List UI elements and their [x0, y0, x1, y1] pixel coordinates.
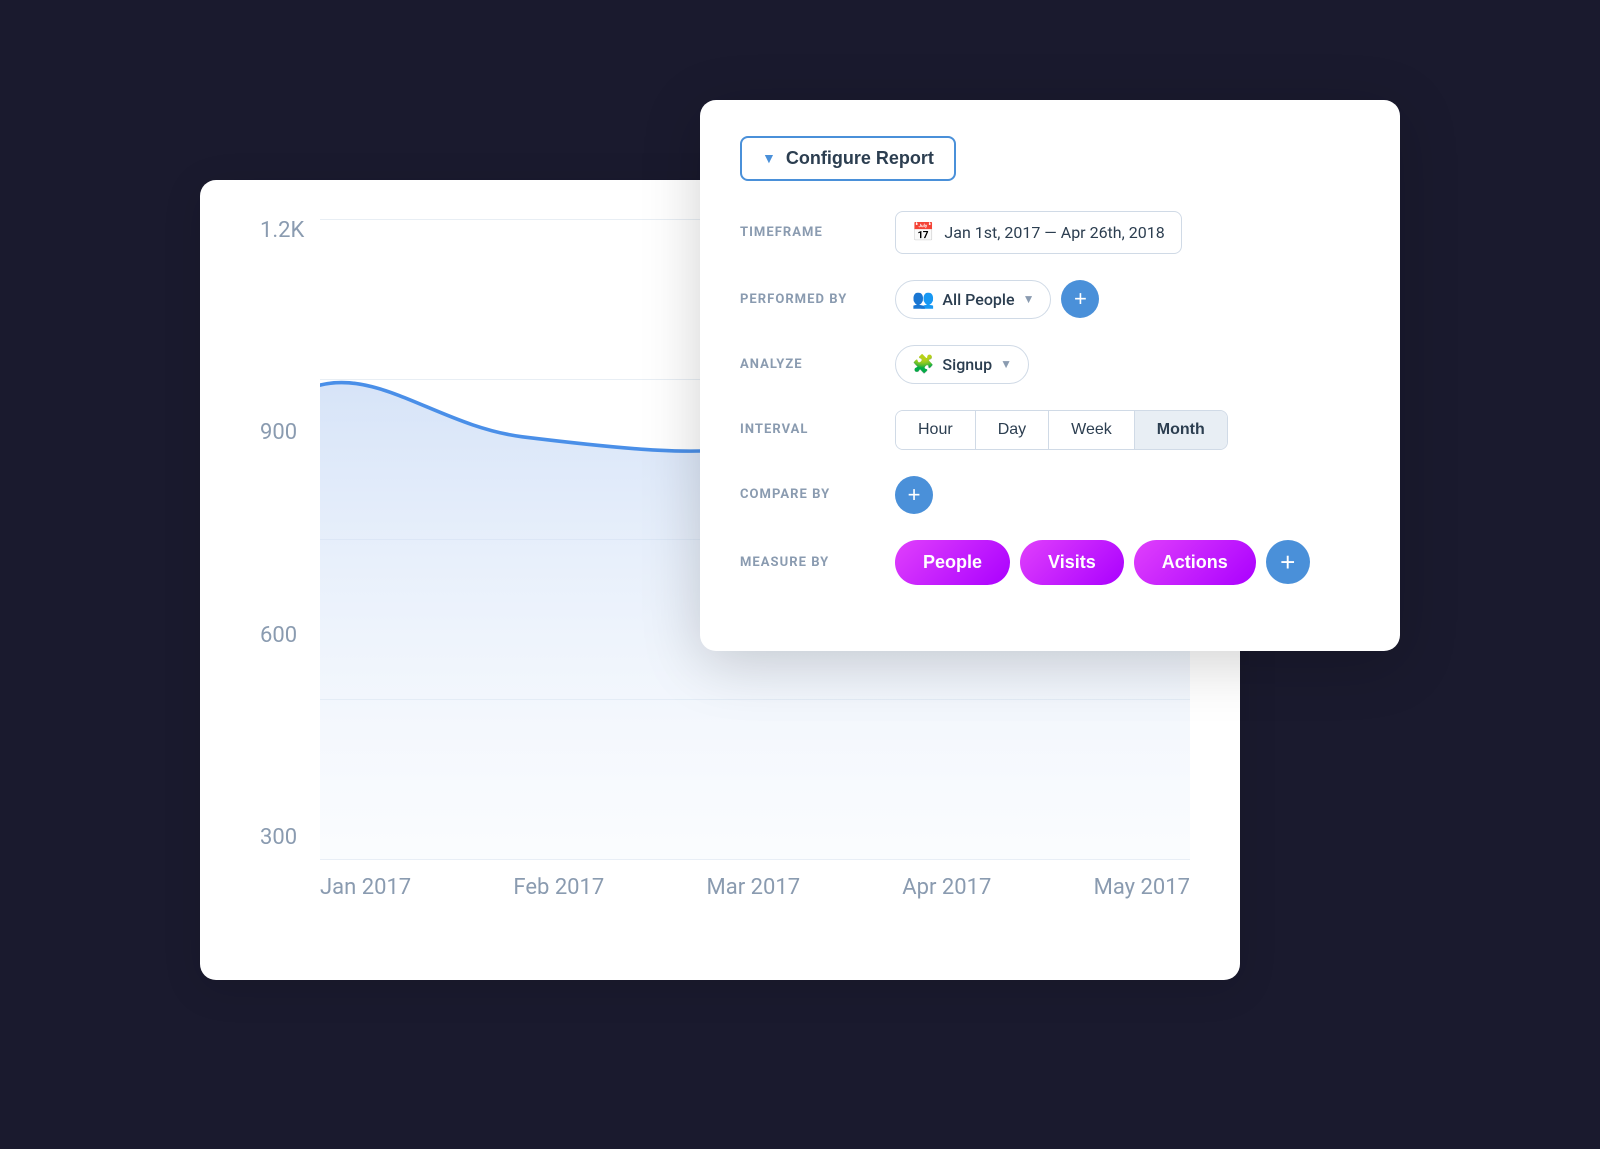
interval-month-button[interactable]: Month — [1135, 411, 1227, 449]
x-label-mar: Mar 2017 — [707, 875, 801, 900]
chevron-down-icon: ▼ — [1000, 357, 1012, 371]
measure-people-button[interactable]: People — [895, 540, 1010, 585]
y-label-1200: 1.2K — [260, 220, 304, 242]
x-label-may: May 2017 — [1094, 875, 1190, 900]
compare-by-label: COMPARE BY — [740, 487, 875, 502]
people-icon: 👥 — [912, 289, 934, 310]
measure-add-button[interactable]: + — [1266, 540, 1310, 584]
performed-by-label: PERFORMED BY — [740, 292, 875, 307]
analyze-dropdown[interactable]: 🧩 Signup ▼ — [895, 345, 1029, 384]
y-label-900: 900 — [260, 422, 304, 444]
interval-row: INTERVAL Hour Day Week Month — [740, 410, 1360, 450]
performed-by-add-button[interactable]: + — [1061, 280, 1099, 318]
measure-by-label: MEASURE BY — [740, 555, 875, 570]
chevron-down-icon: ▼ — [762, 150, 776, 166]
all-people-label: All People — [942, 290, 1014, 309]
measure-by-controls: People Visits Actions + — [895, 540, 1310, 585]
all-people-dropdown[interactable]: 👥 All People ▼ — [895, 280, 1051, 319]
interval-label: INTERVAL — [740, 422, 875, 437]
timeframe-label: TIMEFRAME — [740, 225, 875, 240]
chevron-down-icon: ▼ — [1023, 292, 1035, 306]
y-label-300: 300 — [260, 827, 304, 849]
config-header: ▼ Configure Report — [740, 136, 1360, 181]
measure-by-row: MEASURE BY People Visits Actions + — [740, 540, 1360, 585]
x-label-apr: Apr 2017 — [902, 875, 991, 900]
timeframe-controls: 📅 Jan 1st, 2017 — Apr 26th, 2018 — [895, 211, 1182, 254]
analyze-value: Signup — [942, 355, 992, 374]
y-axis: 300 600 900 1.2K — [260, 220, 304, 860]
interval-controls: Hour Day Week Month — [895, 410, 1228, 450]
signup-icon: 🧩 — [912, 354, 934, 375]
timeframe-input[interactable]: 📅 Jan 1st, 2017 — Apr 26th, 2018 — [895, 211, 1182, 254]
performed-by-controls: 👥 All People ▼ + — [895, 280, 1099, 319]
measure-actions-button[interactable]: Actions — [1134, 540, 1256, 585]
interval-week-button[interactable]: Week — [1049, 411, 1135, 449]
configure-report-button[interactable]: ▼ Configure Report — [740, 136, 956, 181]
analyze-row: ANALYZE 🧩 Signup ▼ — [740, 345, 1360, 384]
compare-by-add-button[interactable]: + — [895, 476, 933, 514]
interval-day-button[interactable]: Day — [976, 411, 1049, 449]
y-label-600: 600 — [260, 625, 304, 647]
timeframe-value: Jan 1st, 2017 — Apr 26th, 2018 — [944, 223, 1164, 242]
timeframe-row: TIMEFRAME 📅 Jan 1st, 2017 — Apr 26th, 20… — [740, 211, 1360, 254]
x-label-feb: Feb 2017 — [513, 875, 604, 900]
compare-by-controls: + — [895, 476, 933, 514]
calendar-icon: 📅 — [912, 222, 934, 243]
compare-by-row: COMPARE BY + — [740, 476, 1360, 514]
analyze-label: ANALYZE — [740, 357, 875, 372]
x-label-jan: Jan 2017 — [320, 875, 411, 900]
interval-button-group: Hour Day Week Month — [895, 410, 1228, 450]
x-axis: Jan 2017 Feb 2017 Mar 2017 Apr 2017 May … — [320, 860, 1190, 940]
analyze-controls: 🧩 Signup ▼ — [895, 345, 1029, 384]
config-panel: ▼ Configure Report TIMEFRAME 📅 Jan 1st, … — [700, 100, 1400, 651]
configure-btn-label: Configure Report — [786, 148, 934, 169]
measure-visits-button[interactable]: Visits — [1020, 540, 1124, 585]
performed-by-row: PERFORMED BY 👥 All People ▼ + — [740, 280, 1360, 319]
interval-hour-button[interactable]: Hour — [896, 411, 976, 449]
